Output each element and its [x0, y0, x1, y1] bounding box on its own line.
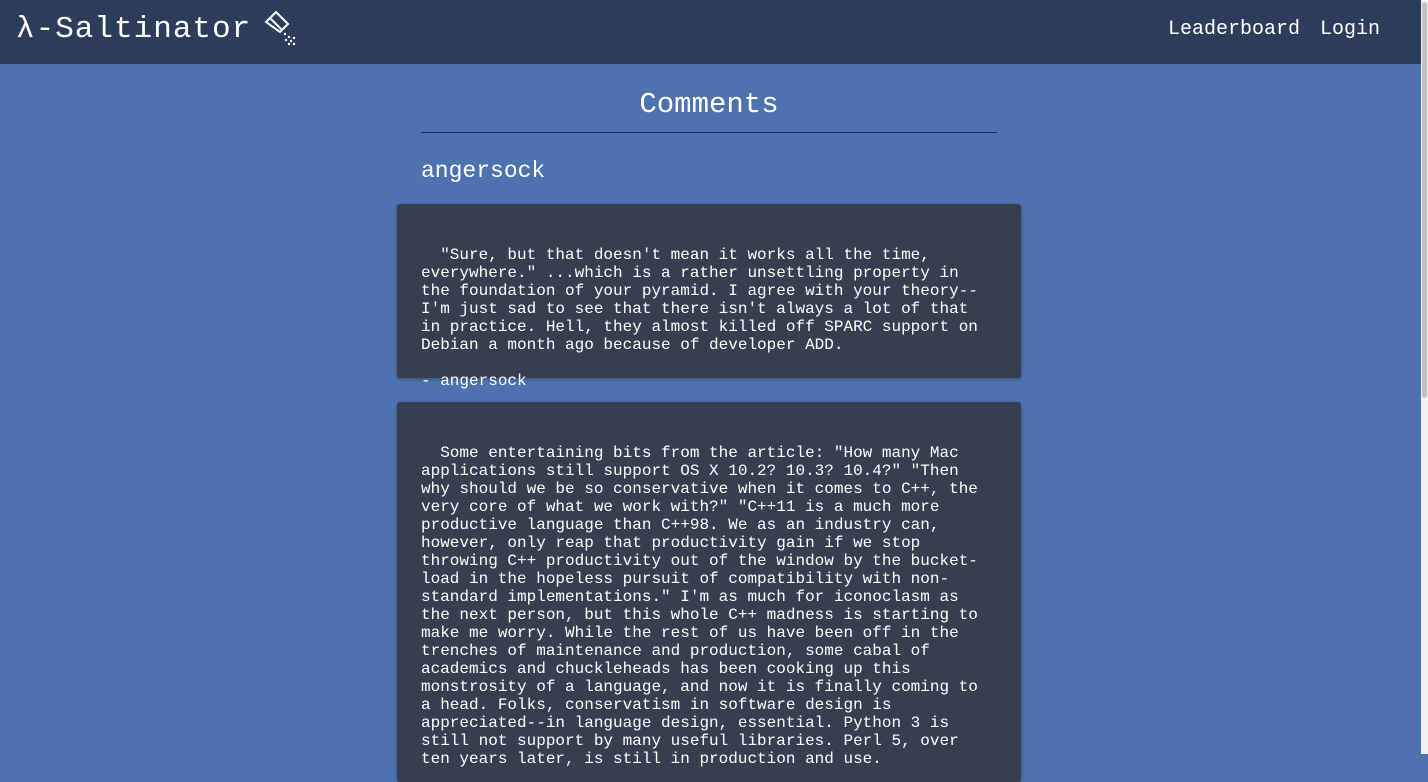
salt-shaker-icon [264, 10, 296, 46]
username-heading: angersock [421, 158, 546, 184]
leaderboard-link[interactable]: Leaderboard [1168, 18, 1300, 42]
comment-signature: - angersock [421, 372, 527, 390]
navbar: λ-Saltinator Leaderboard Login [0, 0, 1421, 64]
comment-card: Some entertaining bits from the article:… [397, 402, 1021, 782]
scrollbar[interactable] [1421, 0, 1428, 754]
main-content: Comments angersock [421, 64, 997, 185]
comment-text: Some entertaining bits from the article:… [421, 444, 988, 768]
brand-title: λ-Saltinator [16, 12, 252, 47]
page-title: Comments [421, 64, 997, 133]
comment-text: "Sure, but that doesn't mean it works al… [421, 246, 988, 354]
comment-card: "Sure, but that doesn't mean it works al… [397, 204, 1021, 390]
nav-links: Leaderboard Login [1168, 18, 1380, 42]
scrollbar-thumb[interactable] [1422, 2, 1427, 398]
brand-link[interactable]: λ-Saltinator [16, 10, 299, 50]
login-link[interactable]: Login [1320, 18, 1380, 42]
